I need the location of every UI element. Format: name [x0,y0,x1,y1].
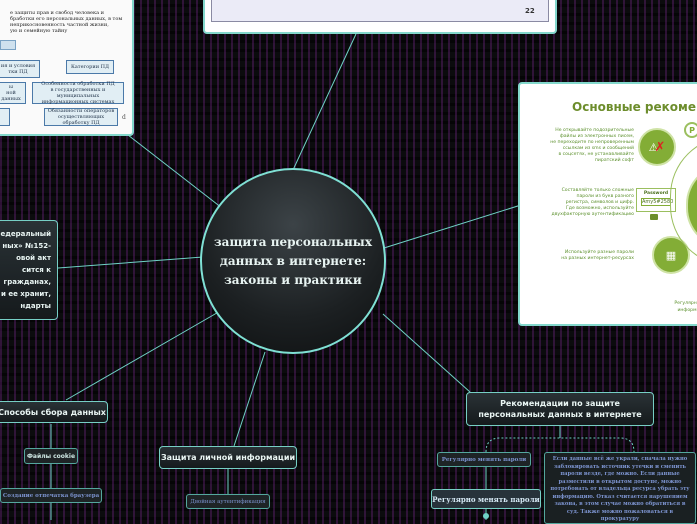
slide-page-number: 22 [525,7,535,15]
doc-box-gov-systems: Особенности обработки ПД в государственн… [32,81,124,105]
two-factor-label: Двойная аутентификация [190,498,266,505]
data-leak-note[interactable]: Если данные всё же украли, сначала нужно… [544,452,696,524]
link-rec-panel [383,204,522,249]
personal-info-protection-label: Защита личной информации [160,453,296,462]
doc-panel[interactable]: е защиты прав и свобод человека и бработ… [0,0,134,136]
fingerprint-node[interactable]: Создание отпечатка браузера [0,488,102,503]
doc-box-categories: Категории ПД [66,60,114,74]
rec-footer: Регулярно информ [674,301,697,313]
collection-methods-node[interactable]: Способы сбора данных [0,401,108,423]
rec-tip-different: Используйте разные пароли на разных инте… [561,250,634,261]
doc-box-operators: Обязанности операторов осуществляющих об… [44,108,118,126]
rec-title: Основные рекомендаци [572,100,697,114]
central-topic-title: защита персональных данных в интернете: … [214,234,372,287]
doc-box-left-bottom [0,108,10,126]
link-doc-panel [127,134,223,209]
recommendation-bracket [485,437,635,453]
link-collection [65,309,223,401]
change-passwords-label-1: Регулярно менять пароли [441,456,527,463]
slide-inner [211,0,549,22]
law-node-text: едеральный ных» №152- овой акт сится к г… [0,230,51,310]
link-top-slide [292,33,357,171]
data-leak-text: Если данные всё же украли, сначала нужно… [550,456,690,522]
top-badge-icon: P [684,122,697,138]
link-protection [233,351,266,447]
doc-stamp: d [122,114,126,121]
change-passwords-label-2: Регулярно менять пароли [432,494,540,504]
slide-panel-top[interactable]: 22 [203,0,557,34]
doc-box-rights: ы ной данных [0,82,26,104]
doc-intro: е защиты прав и свобод человека и бработ… [10,10,123,34]
cookies-label: Файлы cookie [26,452,76,460]
doc-arrow-icon [0,40,16,50]
collection-methods-label: Способы сбора данных [0,407,106,417]
cookies-node[interactable]: Файлы cookie [24,448,78,464]
personal-info-protection-node[interactable]: Защита личной информации [159,446,297,469]
rec-tip-passwords: Составляйте только сложные пароли из бук… [551,188,634,217]
password-value: Amy5#2580 [641,198,674,206]
link-recommendations [382,313,471,393]
central-topic[interactable]: защита персональных данных в интернете: … [200,168,386,354]
recommendations-label: Рекомендации по защите персональных данн… [478,399,642,419]
change-passwords-node-1[interactable]: Регулярно менять пароли [437,452,531,467]
two-factor-node[interactable]: Двойная аутентификация [186,494,270,509]
rec-tip-files: Не открывайте подозрительные файлы из эл… [550,128,634,163]
fingerprint-label: Создание отпечатка браузера [2,492,100,499]
link-left-node [57,256,204,269]
law-node[interactable]: едеральный ных» №152- овой акт сится к г… [0,220,58,320]
change-passwords-node-2[interactable]: Регулярно менять пароли [431,489,541,509]
rec-panel[interactable]: Основные рекомендаци Не открывайте подоз… [518,82,697,326]
lock-icon [650,214,658,220]
malware-icon: ⚠ ✗ [638,128,676,166]
recommendations-node[interactable]: Рекомендации по защите персональных данн… [466,392,654,426]
doc-box-conditions: ия и условия тки ПД [0,60,40,78]
